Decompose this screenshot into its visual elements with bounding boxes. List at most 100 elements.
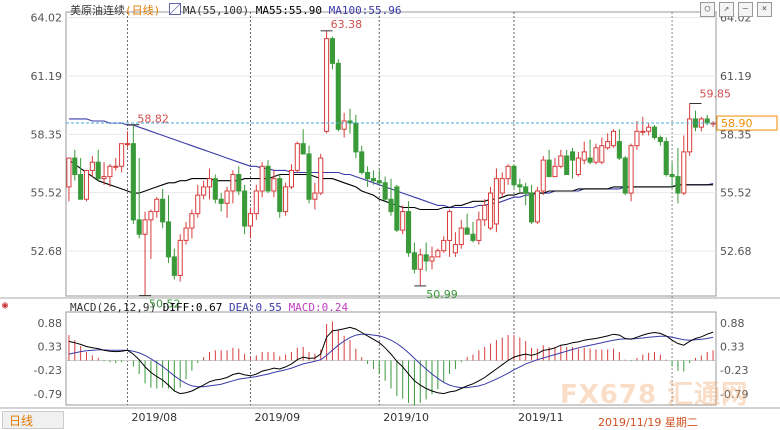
candle-body [306, 153, 312, 200]
month-tick-label: 2019/10 [383, 411, 429, 424]
candle-body [206, 178, 213, 188]
candle-body [511, 165, 517, 186]
candle-body [528, 192, 535, 223]
ma-indicator-icon[interactable] [168, 3, 181, 15]
macd-tick-label-right: 0.33 [720, 341, 745, 354]
candle-body [687, 118, 693, 153]
candle-body [657, 136, 663, 143]
macd-tick-label-left: 0.88 [38, 317, 63, 330]
candle-body [476, 219, 482, 241]
fx678-watermark: FX678 汇通网 [560, 380, 749, 410]
candle-body [552, 165, 558, 178]
candle-body [406, 211, 412, 254]
candle-body [283, 186, 289, 213]
candle-body [359, 151, 365, 173]
candle-body [669, 174, 675, 178]
candle-body [628, 145, 634, 194]
candle-body [148, 211, 154, 221]
candle-body [517, 184, 523, 188]
candle-body [675, 176, 681, 194]
candle-body [435, 250, 441, 258]
candle-body [78, 174, 84, 200]
diff-value: DIFF:0.67 [162, 301, 223, 314]
price-tick-label-right: 52.68 [720, 245, 752, 258]
minimize-icon[interactable]: – [738, 2, 753, 17]
macd-label: MACD(26,12,9) [70, 301, 157, 314]
candle-body [242, 190, 248, 227]
candle-body [464, 227, 470, 235]
candle-body [605, 141, 611, 149]
window-controls: ◯ ↗ – × [700, 2, 772, 17]
candle-body [212, 178, 218, 200]
candle-body [493, 178, 499, 225]
candle-body [523, 186, 529, 194]
candle-body [394, 186, 400, 231]
candle-body [411, 252, 417, 270]
price-tick-label-left: 61.19 [31, 70, 63, 83]
macd-legend: MACD(26,12,9) DIFF:0.67 DEA:0.55 MACD:0.… [70, 301, 348, 314]
dea-value: DEA:0.55 [228, 301, 282, 314]
indicator-settings-icon[interactable]: ◉ [2, 300, 8, 311]
candle-body [89, 161, 95, 171]
candle-body [634, 130, 640, 147]
candle-body [224, 190, 230, 204]
ma55-value: MA55:55.90 [255, 4, 322, 17]
macd-tick-label-left: -0.23 [34, 364, 62, 377]
current-date: 2019/11/19 星期二 [598, 416, 698, 429]
candle-body [247, 213, 254, 227]
candle-body [452, 244, 458, 254]
candle-body [288, 169, 295, 188]
candle-body [640, 130, 646, 133]
candle-body [564, 155, 570, 176]
period-label[interactable]: (日线) [125, 4, 160, 17]
candle-body [558, 155, 564, 167]
extreme-label: 59.85 [700, 88, 732, 101]
extreme-label: 50.99 [426, 288, 458, 301]
candle-body [195, 194, 201, 215]
macd-tick-label-right: 0.88 [720, 317, 745, 330]
candle-body [230, 174, 236, 192]
candle-body [382, 182, 388, 200]
candle-body [663, 141, 669, 176]
macd-value: MACD:0.24 [288, 301, 349, 314]
month-tick-label: 2019/11 [518, 411, 564, 424]
candle-body [154, 198, 160, 213]
candle-body [171, 256, 177, 276]
candle-body [376, 180, 382, 184]
macd-tick-label-left: -0.79 [34, 388, 62, 401]
candle-body [587, 157, 593, 163]
price-tick-label-right: 61.19 [720, 70, 752, 83]
candle-body [593, 147, 599, 163]
candle-body [540, 159, 546, 192]
period-tab[interactable]: 日线 [2, 411, 64, 429]
candle-body [546, 159, 552, 178]
candle-body [704, 118, 710, 124]
macd-tick-label-left: 0.33 [38, 341, 63, 354]
expand-icon[interactable]: ↗ [719, 2, 734, 17]
candle-body [66, 157, 72, 188]
candle-body [353, 122, 359, 153]
zoom-icon[interactable]: ◯ [700, 2, 715, 17]
price-tick-label-right: 55.52 [720, 187, 752, 200]
candle-body [441, 239, 447, 252]
candle-body [72, 157, 78, 176]
ma-label: MA(55,100) [182, 4, 250, 17]
candle-body [622, 157, 628, 194]
candle-body [575, 157, 581, 176]
candle-body [681, 151, 687, 194]
candle-body [113, 165, 119, 168]
candle-body [277, 178, 283, 213]
candlestick-chart: 52.68 52.6855.52 55.5258.35 58.3561.19 61.19… [0, 11, 780, 424]
candle-body [423, 254, 429, 262]
candle-body [300, 143, 306, 155]
ma100-value: MA100:55.96 [328, 4, 402, 17]
candle-body [417, 254, 423, 270]
candle-body [183, 227, 189, 241]
candle-body [160, 198, 166, 223]
current-price-label: 58.90 [721, 117, 753, 130]
candle-body [271, 178, 277, 192]
candle-body [599, 145, 605, 163]
candle-body [253, 190, 259, 215]
candle-body [201, 186, 207, 196]
close-icon[interactable]: × [757, 2, 772, 17]
